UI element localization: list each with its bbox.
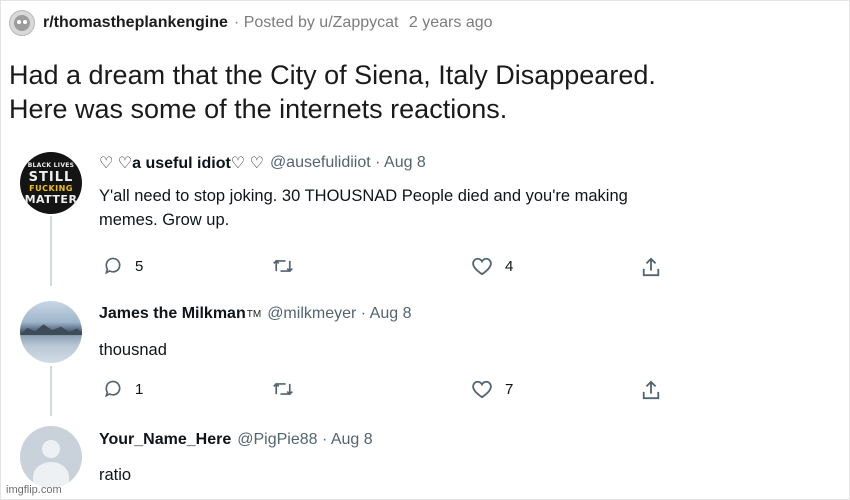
like-button[interactable]: 4 [471, 256, 513, 276]
reply-button[interactable]: 1 [103, 379, 143, 399]
tweet-header: James the Milkman TM @milkmeyer · Aug 8 [99, 305, 411, 323]
tweet-header: ♡ ♡a useful idiot♡ ♡ @ausefulidiiot · Au… [99, 153, 426, 173]
avatar[interactable]: BLACK LIVES STILL FUCKING MATTER [20, 152, 82, 214]
reply-button[interactable]: 5 [103, 256, 143, 276]
reply-icon [104, 257, 121, 275]
tweet-thread: BLACK LIVES STILL FUCKING MATTER ♡ ♡a us… [0, 0, 850, 500]
avatar-text-line: STILL [28, 170, 74, 185]
tweet-actions: 1 7 [0, 379, 850, 403]
imgflip-watermark: imgflip.com [6, 484, 62, 496]
tweet-text: thousnad [99, 338, 167, 362]
display-name[interactable]: James the Milkman [99, 305, 246, 323]
tweet-text-line: ratio [99, 466, 132, 484]
display-name[interactable]: Your_Name_Here [99, 431, 231, 449]
avatar[interactable] [20, 301, 82, 363]
share-icon [642, 380, 660, 400]
like-count: 4 [505, 257, 514, 275]
tweet-text: ratio [99, 463, 131, 487]
tweet-actions: 5 4 [0, 256, 850, 280]
retweet-icon [273, 259, 293, 273]
reply-icon [104, 380, 121, 398]
like-button[interactable]: 7 [471, 379, 513, 399]
retweet-icon [273, 382, 293, 396]
tweet-text: Y'all need to stop joking. 30 THOUSNAD P… [99, 184, 628, 232]
default-avatar[interactable] [20, 426, 82, 488]
tweet-text-line: Y'all need to stop joking. 30 THOUSNAD P… [99, 187, 628, 205]
trademark-mark: TM [246, 308, 262, 320]
handle-and-date[interactable]: @milkmeyer · Aug 8 [267, 305, 411, 323]
handle-and-date[interactable]: @ausefulidiiot · Aug 8 [270, 154, 426, 172]
tweet-header: Your_Name_Here @PigPie88 · Aug 8 [99, 431, 373, 449]
retweet-button[interactable] [272, 256, 306, 276]
like-count: 7 [505, 380, 514, 398]
tweet-text-line: thousnad [99, 341, 167, 359]
avatar-text-line: MATTER [24, 193, 78, 206]
share-button[interactable] [641, 256, 661, 278]
display-name[interactable]: ♡ ♡a useful idiot♡ ♡ [99, 153, 264, 173]
reply-count: 1 [135, 380, 144, 398]
heart-icon [472, 380, 492, 399]
reply-count: 5 [135, 257, 144, 275]
share-icon [642, 257, 660, 277]
avatar-text-line: FUCKING [29, 184, 73, 193]
handle-and-date[interactable]: @PigPie88 · Aug 8 [237, 431, 372, 449]
share-button[interactable] [641, 379, 661, 401]
tweet-text-line: memes. Grow up. [99, 211, 230, 229]
avatar-text-line: BLACK LIVES [27, 162, 75, 169]
heart-icon [472, 257, 492, 276]
retweet-button[interactable] [272, 379, 306, 399]
